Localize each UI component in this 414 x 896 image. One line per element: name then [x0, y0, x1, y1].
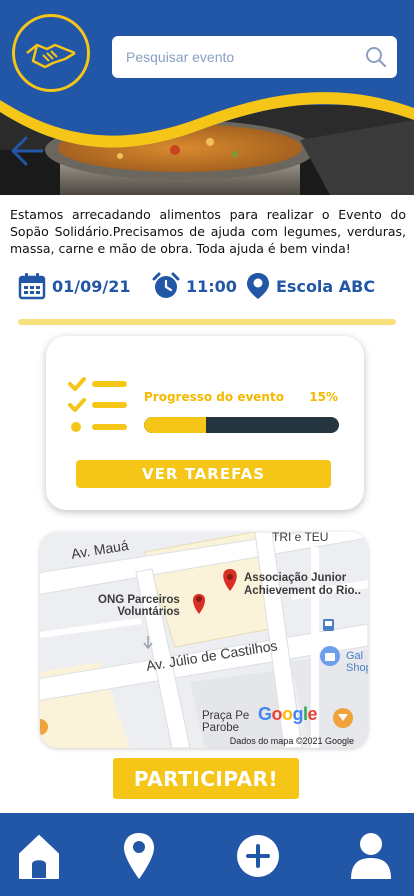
search-input[interactable] [112, 36, 352, 78]
home-icon[interactable] [16, 832, 62, 880]
back-arrow-icon[interactable] [10, 134, 46, 168]
map-credit: Dados do mapa ©2021 Google [229, 736, 354, 746]
event-location-text: Escola ABC [276, 276, 376, 296]
location-icon[interactable] [122, 831, 156, 881]
event-time-text: 11:00 [186, 276, 237, 296]
progress-card: Progresso do evento 15% VER TAREFAS [46, 336, 364, 510]
progress-bar-fill [144, 417, 207, 433]
event-date-text: 01/09/21 [52, 276, 131, 296]
map[interactable]: TRI e TEU Av. Mauá Av. Júlio de Castilho… [40, 532, 368, 748]
map-label-tri: TRI e TEU [272, 532, 329, 544]
nav-home[interactable] [14, 829, 64, 883]
add-icon[interactable] [235, 833, 281, 879]
nav-profile[interactable] [346, 829, 396, 883]
search-bar[interactable] [112, 36, 397, 78]
map-place-ong: ONG Parceiros Voluntários [98, 594, 180, 618]
google-logo-letter: G [258, 704, 272, 724]
alarm-clock-icon [152, 272, 180, 298]
map-place-praca: Praça Pe Parobe [202, 710, 250, 734]
google-logo-letter: o [282, 704, 293, 724]
calendar-icon [18, 273, 46, 300]
app-logo [12, 14, 90, 92]
nav-add[interactable] [233, 829, 283, 883]
event-time: 11:00 [152, 270, 237, 302]
google-logo: Google [258, 704, 318, 725]
search-icon[interactable] [365, 46, 387, 68]
join-button[interactable]: PARTICIPAR! [113, 758, 299, 799]
checklist-icon [68, 377, 127, 432]
event-location: Escola ABC [246, 270, 375, 302]
progress-bar [144, 417, 339, 433]
nav-location[interactable] [114, 829, 164, 883]
map-place-gal: GalShop [346, 650, 368, 674]
google-logo-letter: o [271, 704, 283, 724]
event-info: 01/09/21 11:00 Escola ABC [18, 270, 398, 302]
divider [18, 319, 396, 325]
google-logo-letter: g [292, 704, 304, 724]
profile-icon[interactable] [349, 831, 393, 881]
handshake-icon [26, 43, 76, 69]
progress-percent: 15% [309, 390, 338, 404]
event-description: Estamos arrecadando alimentos para reali… [10, 207, 406, 256]
bottom-nav [0, 813, 414, 896]
progress-label: Progresso do evento [144, 390, 284, 404]
event-date: 01/09/21 [18, 270, 130, 302]
map-place-junior: Associação Junior Achievement do Rio.. [244, 572, 361, 597]
view-tasks-button[interactable]: VER TAREFAS [76, 460, 331, 488]
header [0, 0, 414, 195]
location-pin-icon [247, 273, 269, 299]
google-logo-letter: e [307, 704, 318, 724]
